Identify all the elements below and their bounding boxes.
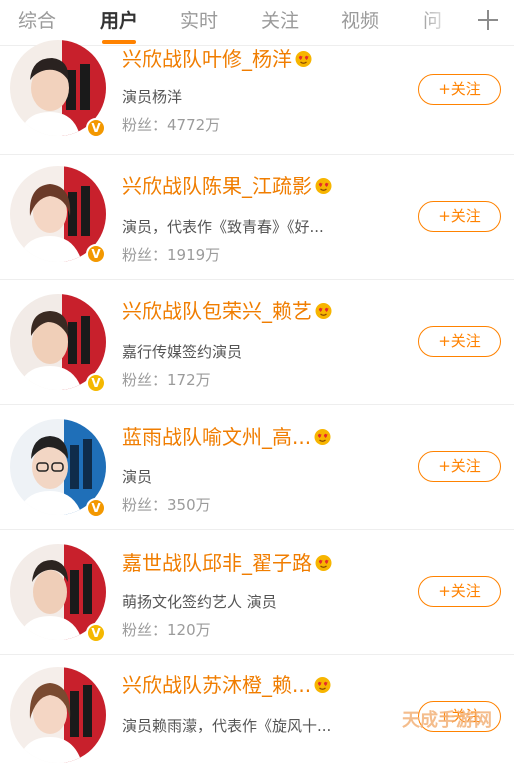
list-item[interactable]: V 嘉世战队邱非_翟子路 萌扬文化签约艺人 演员 粉丝：120万 +关注 [0, 530, 514, 655]
tab-following[interactable]: 关注 [261, 6, 299, 33]
tab-video[interactable]: 视频 [341, 6, 379, 33]
user-name[interactable]: 兴欣战队陈果_江疏影 [122, 170, 333, 199]
user-description: 演员 [122, 468, 153, 486]
heart-emoji-icon [315, 555, 332, 571]
user-name[interactable]: 兴欣战队苏沐橙_赖... [122, 669, 332, 698]
fan-count: 粉丝：172万 [122, 371, 211, 389]
tab-comprehensive[interactable]: 综合 [18, 6, 56, 33]
fan-count: 粉丝：350万 [122, 496, 211, 514]
list-item[interactable]: V 兴欣战队包荣兴_赖艺 嘉行传媒签约演员 粉丝：172万 +关注 [0, 280, 514, 405]
user-description: 萌扬文化签约艺人 演员 [122, 593, 277, 611]
verified-badge-icon: V [86, 373, 106, 393]
follow-button[interactable]: +关注 [418, 74, 501, 105]
verified-badge-icon: V [86, 118, 106, 138]
tab-realtime[interactable]: 实时 [180, 6, 218, 33]
heart-emoji-icon [295, 51, 312, 67]
user-description: 嘉行传媒签约演员 [122, 343, 243, 361]
follow-button[interactable]: +关注 [418, 326, 501, 357]
user-description: 演员赖雨濛，代表作《旋风十... [122, 717, 332, 735]
follow-button[interactable]: +关注 [418, 576, 501, 607]
list-item[interactable]: V 蓝雨战队喻文州_高... 演员 粉丝：350万 +关注 [0, 405, 514, 530]
user-description: 演员，代表作《致青春》《好... [122, 218, 324, 236]
user-name[interactable]: 蓝雨战队喻文州_高... [122, 421, 332, 450]
verified-badge-icon: V [86, 244, 106, 264]
heart-emoji-icon [314, 677, 331, 693]
follow-button[interactable]: +关注 [418, 451, 501, 482]
fan-count: 粉丝：1919万 [122, 246, 221, 264]
heart-emoji-icon [315, 178, 332, 194]
heart-emoji-icon [315, 303, 332, 319]
fan-count: 粉丝：4772万 [122, 116, 221, 134]
list-item[interactable]: V 兴欣战队叶修_杨洋 演员杨洋 粉丝：4772万 +关注 [0, 30, 514, 155]
avatar[interactable] [10, 667, 106, 763]
verified-badge-icon: V [86, 498, 106, 518]
follow-button[interactable]: +关注 [418, 201, 501, 232]
verified-badge-icon: V [86, 623, 106, 643]
list-item[interactable]: V 兴欣战队陈果_江疏影 演员，代表作《致青春》《好... 粉丝：1919万 +… [0, 155, 514, 280]
heart-emoji-icon [314, 429, 331, 445]
user-name[interactable]: 兴欣战队叶修_杨洋 [122, 43, 313, 72]
fan-count: 粉丝：120万 [122, 621, 211, 639]
user-name[interactable]: 嘉世战队邱非_翟子路 [122, 547, 333, 576]
user-name[interactable]: 兴欣战队包荣兴_赖艺 [122, 295, 333, 324]
watermark: 天成手游网 [402, 710, 492, 731]
user-description: 演员杨洋 [122, 88, 183, 106]
tab-users[interactable]: 用户 [100, 6, 138, 33]
